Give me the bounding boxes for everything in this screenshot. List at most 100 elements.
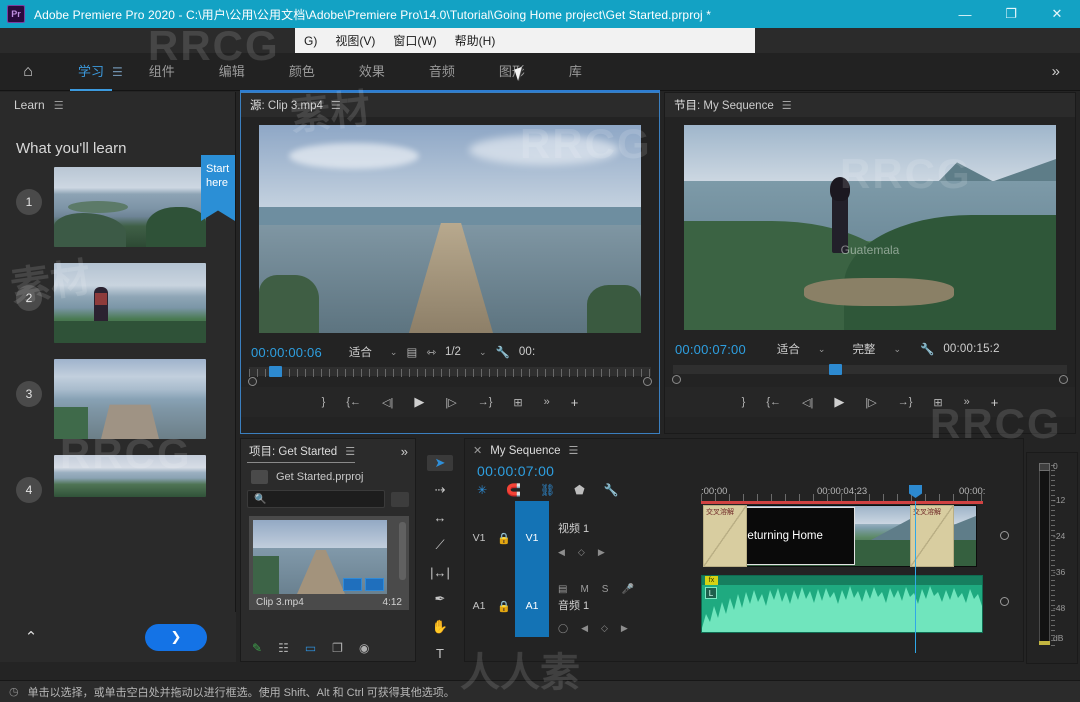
video-track-target-toggle[interactable]: V1 [515, 501, 549, 575]
list-item[interactable]: 2 [16, 263, 235, 343]
program-step-back-button[interactable]: ◁| [802, 396, 813, 409]
source-button-editor[interactable]: + [571, 395, 579, 410]
workspace-tab-libraries[interactable]: 库 [547, 53, 604, 91]
audio-clip[interactable]: fx L [701, 575, 983, 633]
menu-item-0[interactable]: G) [304, 34, 317, 48]
add-keyframe-icon[interactable]: ◇ [601, 623, 608, 634]
source-goto-out-button[interactable]: →} [478, 396, 493, 408]
project-scrollbar[interactable] [399, 522, 406, 580]
list-view-icon[interactable]: ☷ [278, 641, 289, 655]
workspace-tab-graphics[interactable]: 图形 [477, 53, 547, 91]
meter-peak-indicator[interactable] [1039, 463, 1050, 471]
source-wrench-icon[interactable]: 🔧 [496, 345, 510, 359]
transition-in[interactable]: 交叉溶解 [703, 505, 747, 567]
pen-tool[interactable]: ✒ [427, 591, 453, 607]
program-timecode[interactable]: 00:00:07:00 [675, 342, 746, 357]
minimize-button[interactable]: — [942, 0, 988, 28]
workspace-tab-audio[interactable]: 音频 [407, 53, 477, 91]
learn-panel-menu-icon[interactable]: ☰ [54, 99, 64, 112]
source-mark-inout-button[interactable]: } [322, 396, 326, 408]
workspace-tab-assembly[interactable]: 组件 [127, 53, 197, 91]
search-input[interactable]: 🔍 [247, 490, 385, 508]
linked-selection-icon[interactable]: ⛓ [540, 483, 555, 497]
icon-view-icon[interactable]: ▭ [305, 641, 316, 655]
prev-keyframe-icon[interactable]: ◀ [558, 547, 565, 558]
timeline-playhead[interactable] [915, 501, 916, 653]
source-step-forward-button[interactable]: |▷ [445, 396, 456, 409]
source-dropframe-icon[interactable]: ⇿ [426, 345, 436, 359]
source-step-back-button[interactable]: ◁| [382, 396, 393, 409]
program-button-editor[interactable]: + [991, 395, 999, 410]
timeline-settings-icon[interactable]: 🔧 [604, 483, 619, 497]
snap-icon[interactable]: ✳ [477, 483, 487, 497]
source-settings-toggle-icon[interactable]: ▤ [406, 345, 417, 359]
source-fit-dropdown[interactable]: 适合⌄ [349, 344, 398, 360]
transition-mid[interactable]: 交叉溶解 [910, 505, 954, 567]
workspace-more-icon[interactable]: » [1032, 63, 1080, 80]
program-goto-in-button[interactable]: {← [766, 396, 781, 408]
zoom-slider[interactable]: ◉ [359, 641, 369, 655]
source-in-point-handle[interactable] [248, 377, 257, 386]
next-keyframe-icon[interactable]: ▶ [598, 547, 605, 558]
audio-lock-icon[interactable]: 🔒 [493, 600, 515, 613]
hand-tool[interactable]: ✋ [427, 619, 453, 635]
mute-button[interactable]: M [580, 584, 588, 595]
project-panel-more-icon[interactable]: » [401, 444, 408, 459]
source-resolution-dropdown[interactable]: 1/2⌄ [445, 346, 487, 358]
chevron-up-icon[interactable]: ⌃ [0, 628, 62, 646]
restore-button[interactable]: ❐ [988, 0, 1034, 28]
video-track-lane[interactable]: Returning Home 交叉溶解 交叉溶解 [701, 501, 983, 571]
source-goto-in-button[interactable]: {← [346, 396, 361, 408]
program-in-point-handle[interactable] [672, 375, 681, 384]
list-item[interactable]: 3 [16, 359, 235, 439]
timeline-sequence-name[interactable]: My Sequence [490, 445, 560, 457]
project-panel-menu-icon[interactable]: ☰ [345, 445, 355, 458]
program-scrub-track[interactable] [673, 365, 1067, 374]
list-item[interactable]: Clip 3.mp4 4:12 [249, 516, 409, 610]
menu-item-help[interactable]: 帮助(H) [455, 32, 496, 49]
razor-tool[interactable]: ⟋ [427, 537, 453, 553]
source-out-point-handle[interactable] [643, 377, 652, 386]
track-select-forward-tool[interactable]: ⇢ [427, 482, 453, 498]
source-monitor-menu-icon[interactable]: ☰ [331, 99, 341, 112]
timeline-timecode[interactable]: 00:00:07:00 [477, 463, 554, 479]
audio-track-target-toggle[interactable]: A1 [515, 575, 549, 637]
program-monitor-video[interactable]: Guatemala [684, 125, 1056, 330]
menu-item-view[interactable]: 视图(V) [335, 32, 375, 49]
workspace-tab-learn[interactable]: 学习 [56, 53, 126, 91]
close-icon[interactable]: ✕ [473, 444, 482, 457]
program-more-button[interactable]: » [964, 396, 970, 408]
audio-keyframe-dot[interactable] [1000, 597, 1009, 606]
next-lesson-button[interactable]: ❯ [145, 624, 207, 651]
freeform-view-icon[interactable]: ❐ [332, 641, 343, 655]
program-scrubber[interactable] [673, 363, 1067, 379]
type-tool[interactable]: T [427, 646, 453, 662]
prev-keyframe-icon[interactable]: ◀ [581, 623, 588, 634]
list-item[interactable]: 4 [16, 455, 235, 503]
home-icon[interactable]: ⌂ [0, 63, 56, 81]
new-item-pen-icon[interactable]: ✎ [252, 641, 262, 655]
program-mark-inout-button[interactable]: } [742, 396, 746, 408]
next-keyframe-icon[interactable]: ▶ [621, 623, 628, 634]
close-button[interactable]: ✕ [1034, 0, 1080, 28]
timeline-ruler[interactable]: :00:00 00:00:04:23 00:00: [701, 485, 983, 501]
program-lift-button[interactable]: ⊞ [933, 396, 942, 409]
video-lock-icon[interactable]: 🔒 [493, 532, 515, 545]
slip-tool[interactable]: |↔| [427, 564, 453, 580]
source-insert-button[interactable]: ⊞ [513, 396, 522, 409]
source-playhead[interactable] [269, 366, 282, 377]
program-quality-dropdown[interactable]: 完整⌄ [852, 341, 901, 357]
ripple-edit-tool[interactable]: ↔ [427, 510, 453, 526]
program-monitor-menu-icon[interactable]: ☰ [782, 99, 792, 112]
workspace-tab-editing[interactable]: 编辑 [197, 53, 267, 91]
source-play-button[interactable]: ▶ [414, 394, 424, 410]
program-play-button[interactable]: ▶ [834, 394, 844, 410]
workspace-tab-effects[interactable]: 效果 [337, 53, 407, 91]
find-folder-icon[interactable] [391, 492, 409, 507]
timeline-menu-icon[interactable]: ☰ [569, 444, 579, 457]
magnet-icon[interactable]: 🧲 [506, 483, 521, 497]
program-out-point-handle[interactable] [1059, 375, 1068, 384]
program-step-forward-button[interactable]: |▷ [865, 396, 876, 409]
audio-track-lane[interactable]: fx L [701, 575, 983, 637]
add-keyframe-icon[interactable]: ◇ [578, 547, 585, 558]
